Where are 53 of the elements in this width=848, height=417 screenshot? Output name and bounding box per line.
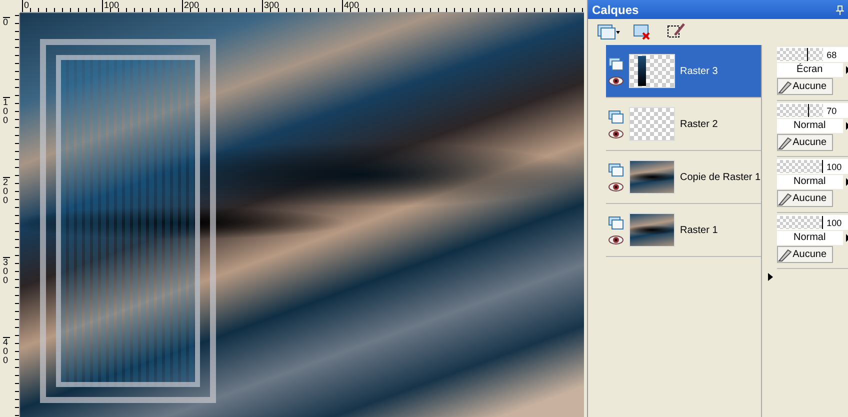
panel-title: Calques xyxy=(592,2,639,16)
opacity-slider[interactable]: 100 xyxy=(776,215,848,230)
ruler-label: 100 xyxy=(102,0,120,10)
layer-icon xyxy=(608,216,624,230)
brush-icon xyxy=(778,248,792,262)
ruler-label: 0 xyxy=(3,17,10,27)
mask-field[interactable]: Aucune xyxy=(776,246,833,263)
ruler-label: 400 xyxy=(3,337,10,365)
opacity-slider[interactable]: 100 xyxy=(776,159,848,174)
ruler-label: 300 xyxy=(3,257,10,285)
eye-icon[interactable] xyxy=(608,234,624,244)
layer-thumbnail xyxy=(629,54,675,88)
ruler-label: 100 xyxy=(3,97,10,125)
eye-icon[interactable] xyxy=(608,182,624,192)
opacity-slider[interactable]: 68 xyxy=(776,47,848,62)
layer-icon xyxy=(608,162,624,176)
blend-mode-dropdown[interactable]: Écran xyxy=(776,63,843,77)
opacity-value: 70 xyxy=(826,106,837,116)
ruler-label: 300 xyxy=(262,0,280,10)
eye-icon[interactable] xyxy=(608,128,624,138)
layer-row[interactable]: Raster 2 xyxy=(606,98,761,151)
opacity-value: 68 xyxy=(826,50,837,60)
opacity-slider[interactable]: 70 xyxy=(776,103,848,118)
brush-icon xyxy=(778,192,792,206)
layer-name: Raster 2 xyxy=(679,118,718,130)
ruler-label: 200 xyxy=(3,177,10,205)
layer-thumbnail xyxy=(629,107,675,141)
layer-thumbnail xyxy=(629,213,675,247)
layer-icon xyxy=(608,110,624,124)
layer-row[interactable]: Raster 1 xyxy=(606,204,761,257)
layer-row[interactable]: Raster 3 xyxy=(606,45,761,98)
mask-field[interactable]: Aucune xyxy=(776,190,833,207)
opacity-value: 100 xyxy=(826,218,842,228)
eye-icon[interactable] xyxy=(608,76,624,86)
brush-icon xyxy=(778,136,792,150)
new-layer-icon[interactable] xyxy=(596,23,620,41)
ruler-label: 0 xyxy=(22,0,30,10)
layer-row[interactable]: Copie de Raster 1 xyxy=(606,151,761,204)
ruler-label: 400 xyxy=(342,0,360,10)
layer-name: Raster 3 xyxy=(679,66,718,76)
opacity-value: 100 xyxy=(826,162,842,172)
layer-thumbnail xyxy=(629,160,675,194)
blend-mode-dropdown[interactable]: Normal xyxy=(776,119,843,133)
brush-icon xyxy=(778,80,792,94)
layer-name: Raster 1 xyxy=(679,224,718,236)
blend-mode-dropdown[interactable]: Normal xyxy=(776,231,843,245)
pin-icon[interactable] xyxy=(836,4,844,14)
layer-name: Copie de Raster 1 xyxy=(679,172,761,182)
ruler-label: 200 xyxy=(182,0,200,10)
mask-field[interactable]: Aucune xyxy=(776,78,833,95)
mask-field[interactable]: Aucune xyxy=(776,134,833,151)
layer-icon xyxy=(608,56,624,70)
blend-mode-dropdown[interactable]: Normal xyxy=(776,175,843,189)
